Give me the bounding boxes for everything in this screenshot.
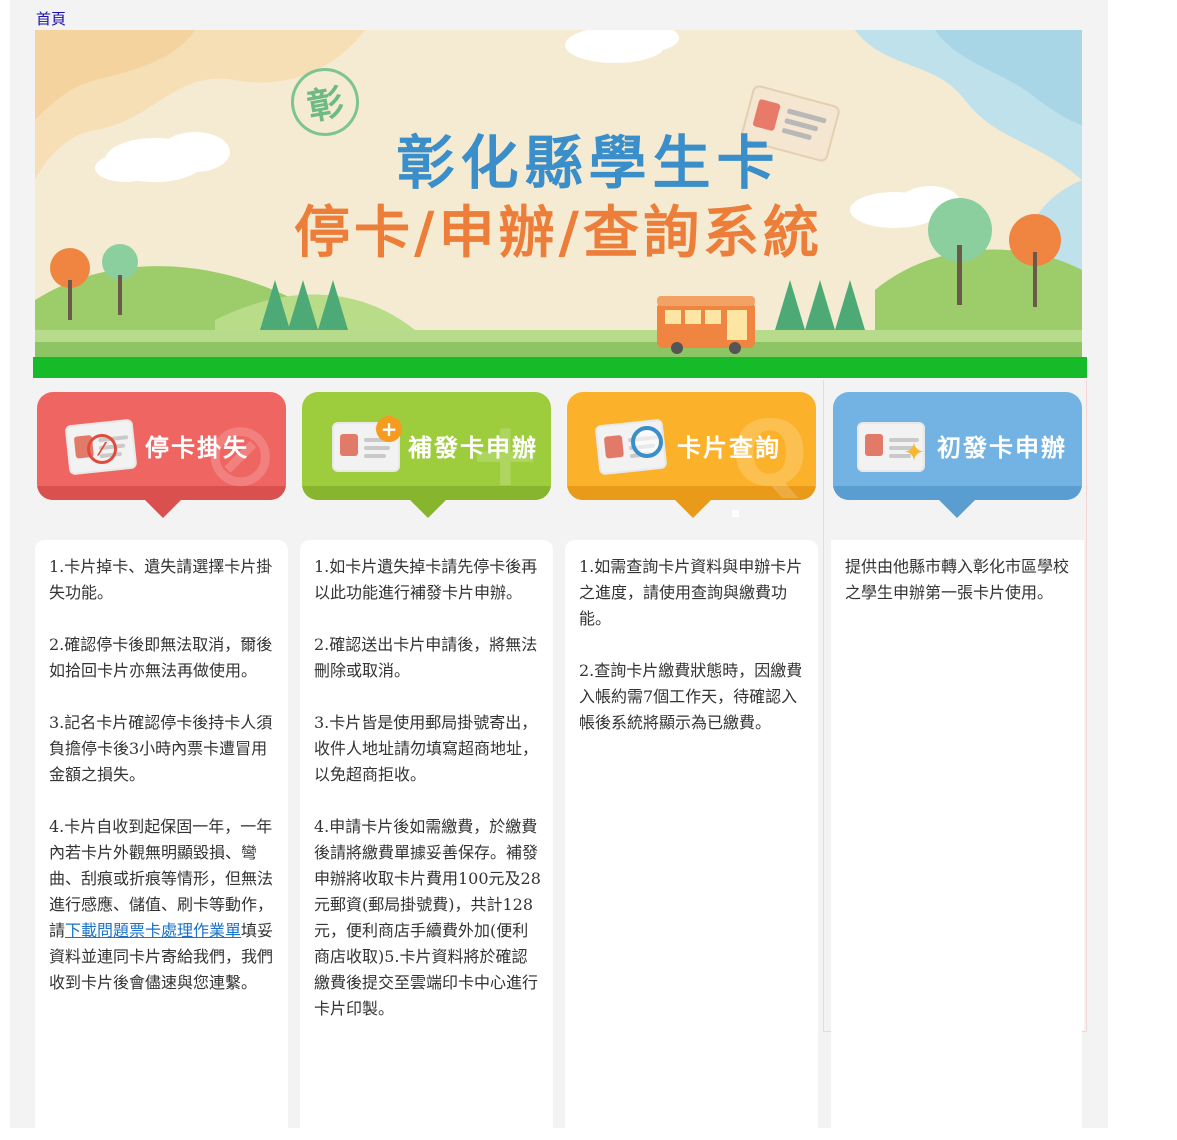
info-paragraph: 提供由他縣市轉入彰化市區學校之學生申辦第一張卡片使用。 [845,557,1070,602]
reissue-card-info: 1.如卡片遺失掉卡請先停卡後再以此功能進行補發卡片申辦。 2.確認送出卡片申請後… [300,540,553,1140]
info-paragraph: 2.確認停卡後即無法取消，爾後如拾回卡片亦無法再做使用。 [49,635,273,680]
first-card-info: 提供由他縣市轉入彰化市區學校之學生申辦第一張卡片使用。 [831,540,1084,1030]
sparkle-icon: ✦ [903,438,925,468]
info-paragraph: 4.申請卡片後如需繳費，於繳費後請將繳費單據妥善保存。補發申辦將收取卡片費用10… [314,817,541,1018]
column-first-card: ✦ 初發卡申辦 提供由他縣市轉入彰化市區學校之學生申辦第一張卡片使用。 [831,380,1086,1030]
tab-card-query[interactable]: Q 卡片查詢 [567,392,816,500]
tab-label: 卡片查詢 [677,434,781,462]
plus-icon: + [376,416,402,442]
column-reissue-card: + + 補發卡申辦 1.如卡片遺失掉卡請先停卡後再以此功能進行補發卡片申辦。 2… [300,380,555,1140]
tab-first-card[interactable]: ✦ 初發卡申辦 [833,392,1082,500]
info-paragraph: 1.如卡片遺失掉卡請先停卡後再以此功能進行補發卡片申辦。 [314,557,538,602]
first-card-lower-area [831,1030,1082,1128]
info-paragraph: 3.記名卡片確認停卡後持卡人須負擔停卡後3小時內票卡遭冒用金額之損失。 [49,713,273,784]
info-paragraph: 2.查詢卡片繳費狀態時，因繳費入帳約需7個工作天，待確認入帳後系統將顯示為已繳費… [579,661,803,732]
banner: 彰 彰化縣學生卡 停卡/申辦/查詢系統 [35,30,1082,357]
info-paragraph: 1.如需查詢卡片資料與申辦卡片之進度，請使用查詢與繳費功能。 [579,557,803,628]
magnifier-icon [631,426,663,458]
info-paragraph: 4.卡片自收到起保固一年，一年內若卡片外觀無明顯毀損、彎曲、刮痕或折痕等情形，但… [49,814,276,996]
prohibit-icon: ⁄ [87,434,117,464]
info-paragraph: 1.卡片掉卡、遺失請選擇卡片掛失功能。 [49,557,273,602]
card-query-info: 1.如需查詢卡片資料與申辦卡片之進度，請使用查詢與繳費功能。 2.查詢卡片繳費狀… [565,540,818,1140]
tab-reissue-card[interactable]: + + 補發卡申辦 [302,392,551,500]
stop-card-info: 1.卡片掉卡、遺失請選擇卡片掛失功能。 2.確認停卡後即無法取消，爾後如拾回卡片… [35,540,288,1140]
info-paragraph: 2.確認送出卡片申請後，將無法刪除或取消。 [314,635,538,680]
tab-label: 停卡掛失 [145,434,249,462]
banner-subtitle: 停卡/申辦/查詢系統 [294,201,823,266]
tab-pointer [410,500,446,518]
tab-stop-card[interactable]: ⊘ ⁄ 停卡掛失 [37,392,286,500]
column-card-query: Q 卡片查詢 1.如需查詢卡片資料與申辦卡片之進度，請使用查詢與繳費功能。 2.… [565,380,820,1140]
tab-label: 初發卡申辦 [937,434,1067,462]
column-stop-card: ⊘ ⁄ 停卡掛失 1.卡片掉卡、遺失請選擇卡片掛失功能。 2.確認停卡後即無法取… [35,380,290,1140]
info-paragraph: 3.卡片皆是使用郵局掛號寄出，收件人地址請勿填寫超商地址，以免超商拒收。 [314,713,539,784]
tab-label: 補發卡申辦 [408,434,538,462]
tab-pointer [675,500,711,518]
decorative-dot [732,510,739,517]
home-link[interactable]: 首頁 [36,8,66,29]
green-divider-bar [33,357,1087,378]
download-form-link[interactable]: 下載問題票卡處理作業單 [65,921,241,940]
tab-pointer [145,500,181,518]
tab-pointer [939,500,975,518]
